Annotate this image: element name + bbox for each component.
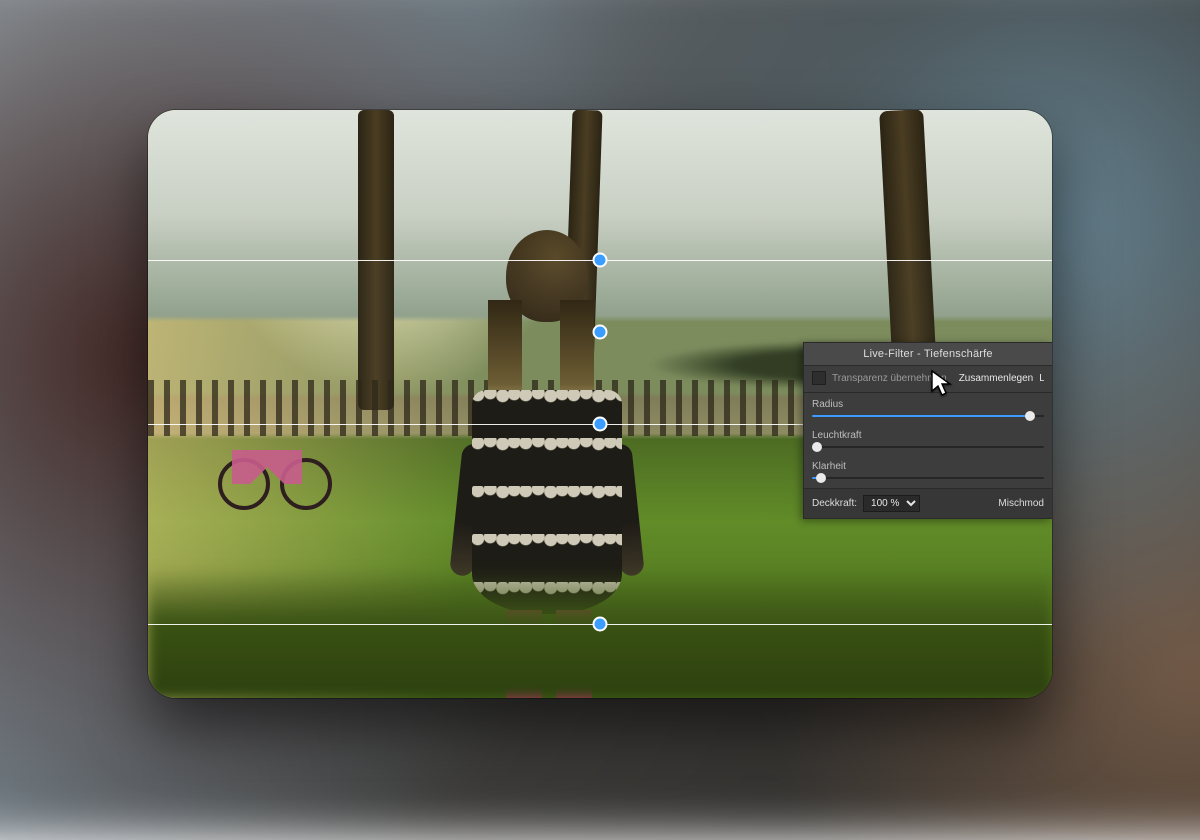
- opacity-label: Deckkraft:: [812, 498, 857, 509]
- preserve-alpha-label: Transparenz übernehmen: [832, 373, 947, 384]
- vibrance-slider[interactable]: [812, 441, 1044, 453]
- live-filter-panel: Live-Filter - Tiefenschärfe Transparenz …: [803, 342, 1052, 519]
- radius-slider[interactable]: [812, 410, 1044, 422]
- blend-mode-label: Mischmod: [998, 498, 1044, 509]
- vibrance-label: Leuchtkraft: [804, 426, 1052, 441]
- delete-button[interactable]: Lö: [1039, 373, 1044, 384]
- preserve-alpha-checkbox[interactable]: [812, 371, 826, 385]
- clarity-slider[interactable]: [812, 472, 1044, 484]
- clarity-label: Klarheit: [804, 457, 1052, 472]
- preview-card: Live-Filter - Tiefenschärfe Transparenz …: [148, 110, 1052, 698]
- panel-title: Live-Filter - Tiefenschärfe: [804, 343, 1052, 366]
- opacity-select[interactable]: 100 %: [863, 495, 920, 512]
- radius-label: Radius: [804, 395, 1052, 410]
- dof-handle[interactable]: [593, 617, 608, 632]
- dof-handle[interactable]: [593, 325, 608, 340]
- dof-handle[interactable]: [593, 253, 608, 268]
- merge-button[interactable]: Zusammenlegen: [959, 373, 1033, 384]
- dof-handle[interactable]: [593, 417, 608, 432]
